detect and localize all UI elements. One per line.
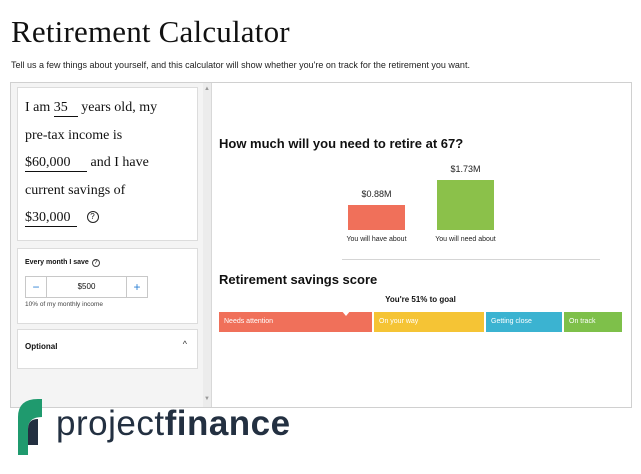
score-heading: Retirement savings score (219, 272, 378, 287)
page-subtitle: Tell us a few things about yourself, and… (11, 60, 470, 70)
optional-label: Optional (25, 342, 58, 351)
need-caption: You will need about (435, 236, 496, 243)
income-sentence: $60,000 and I have (25, 155, 149, 172)
project-finance-logo: projectfinance (56, 404, 291, 444)
monthly-savings-stepper: − $500 + (25, 276, 148, 298)
results-panel: How much will you need to retire at 67? … (212, 83, 631, 407)
logo-word-project: project (56, 404, 165, 443)
have-bar (348, 205, 405, 230)
monthly-savings-input[interactable]: $500 (47, 277, 126, 297)
calculator-frame: I am 35 years old, my pre-tax income is … (10, 82, 632, 408)
age-input[interactable]: 35 (53, 100, 78, 117)
optional-section[interactable]: Optional ^ (17, 329, 198, 369)
input-panel: I am 35 years old, my pre-tax income is … (11, 83, 212, 407)
scrollbar[interactable] (203, 83, 211, 407)
monthly-savings-card: Every month I save ? − $500 + 10% of my … (17, 248, 198, 324)
age-suffix: years old, my (81, 100, 158, 115)
decrement-button[interactable]: − (26, 277, 47, 297)
income-label: pre-tax income is (25, 128, 123, 143)
need-value-label: $1.73M (450, 164, 481, 174)
income-suffix: and I have (90, 155, 149, 170)
project-finance-logo-mark (18, 399, 42, 455)
help-icon[interactable]: ? (91, 259, 100, 267)
page-title: Retirement Calculator (11, 14, 290, 49)
monthly-savings-label-text: Every month I save (25, 259, 89, 266)
score-pointer (340, 310, 351, 316)
chevron-up-icon[interactable]: ^ (183, 339, 187, 349)
monthly-savings-note: 10% of my monthly income (25, 301, 104, 308)
goal-text: You're 51% to goal (385, 295, 456, 304)
savings-label: current savings of (25, 183, 126, 198)
scroll-up-arrow-icon[interactable]: ▲ (204, 86, 210, 92)
score-segment-getting-close: Getting close (486, 312, 562, 332)
need-bar (437, 180, 494, 230)
scroll-down-arrow-icon[interactable]: ▼ (204, 396, 210, 402)
score-segment-on-your-way: On your way (374, 312, 484, 332)
monthly-savings-label: Every month I save ? (25, 259, 100, 267)
score-segment-on-track: On track (564, 312, 622, 332)
savings-input[interactable]: $30,000 (25, 210, 77, 227)
have-value-label: $0.88M (361, 189, 392, 199)
retire-need-heading: How much will you need to retire at 67? (219, 136, 464, 151)
logo-word-finance: finance (164, 404, 291, 443)
have-caption: You will have about (346, 236, 407, 243)
about-you-card: I am 35 years old, my pre-tax income is … (17, 87, 198, 241)
savings-sentence: $30,000 ? (25, 210, 99, 227)
age-sentence: I am 35 years old, my (25, 100, 157, 117)
increment-button[interactable]: + (126, 277, 147, 297)
income-input[interactable]: $60,000 (25, 155, 87, 172)
age-prefix: I am (25, 100, 51, 115)
section-divider (342, 259, 600, 260)
help-icon[interactable]: ? (86, 211, 99, 223)
